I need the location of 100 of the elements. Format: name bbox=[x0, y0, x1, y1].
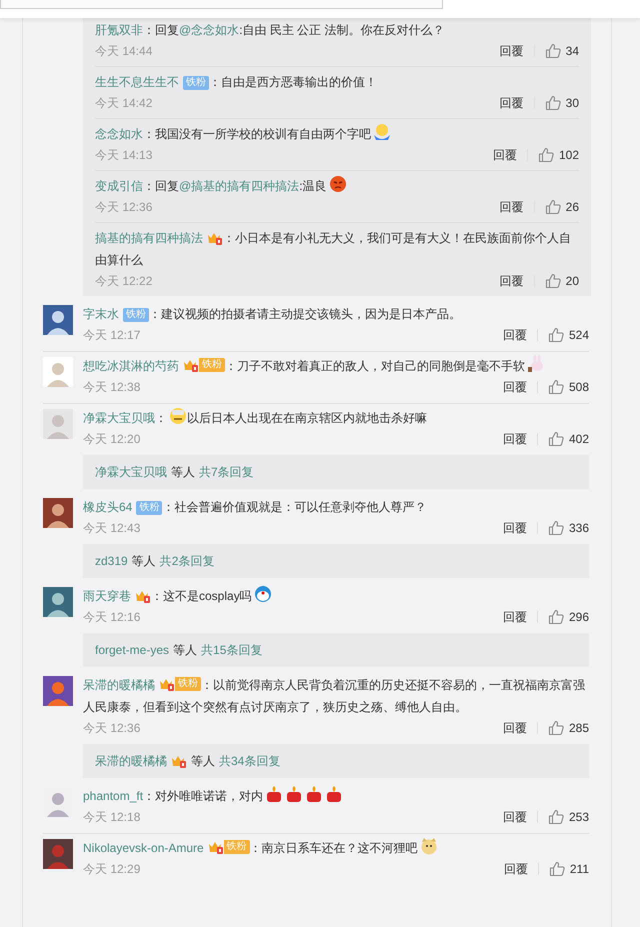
user-name-link[interactable]: 橡皮头64 bbox=[83, 500, 132, 514]
candle-icon bbox=[305, 785, 324, 803]
reply-button[interactable]: 回覆 bbox=[502, 611, 538, 623]
others-text: 等人 bbox=[171, 464, 195, 480]
face-emoji-icon bbox=[169, 407, 187, 425]
like-button[interactable]: 30 bbox=[544, 95, 579, 111]
timestamp: 今天 12:36 bbox=[83, 720, 140, 736]
reply-button[interactable]: 回覆 bbox=[502, 329, 538, 341]
rabbit-icon bbox=[527, 355, 545, 373]
like-button[interactable]: 211 bbox=[548, 861, 589, 877]
shrug-emoji-icon bbox=[373, 123, 391, 141]
user-name-link[interactable]: 净霖大宝贝哦 bbox=[83, 411, 155, 425]
others-text: 等人 bbox=[173, 642, 198, 658]
thumbs-up-icon bbox=[548, 809, 564, 825]
comment-text: 念念如水：我国没有一所学校的校训有自由两个字吧 bbox=[95, 123, 579, 145]
like-button[interactable]: 296 bbox=[548, 609, 589, 625]
like-button[interactable]: 102 bbox=[538, 147, 579, 163]
comment-text: 搞基的搞有四种搞法 ：小日本是有小礼无大义，我们可是有大义！在民族面前你个人自由算什么 bbox=[95, 230, 572, 269]
reply-button[interactable]: 回覆 bbox=[500, 45, 535, 57]
thumbs-up-icon bbox=[548, 379, 564, 395]
comment-text: 肝氪双非：回复@念念如水:自由 民主 公正 法制。你在反对什么？ bbox=[95, 22, 446, 39]
fan-badge: 铁粉 bbox=[199, 358, 225, 372]
user-name-link[interactable]: 雨天穿巷 bbox=[83, 589, 131, 603]
timestamp: 今天 12:36 bbox=[95, 198, 152, 216]
avatar bbox=[43, 498, 73, 528]
reply-button[interactable]: 回覆 bbox=[500, 97, 535, 109]
like-button[interactable]: 26 bbox=[544, 199, 579, 215]
candle-icon bbox=[285, 785, 304, 803]
comment-text: 变成引信：回复@搞基的搞有四种搞法:温良 bbox=[95, 175, 579, 197]
like-button[interactable]: 524 bbox=[548, 327, 589, 343]
reply-button[interactable]: 回覆 bbox=[502, 381, 538, 393]
crown-icon bbox=[159, 677, 175, 691]
thumbs-up-icon bbox=[548, 520, 564, 536]
comment-text: 呆滞的暖橘橘 铁粉 ：以前觉得南京人民背负着沉重的历史还挺不容易的，一直祝福南京富强人民康泰，但看到这个突然有点讨厌南京了，狭历史之殇、缚他人自由。 bbox=[83, 676, 586, 716]
thumbs-up-icon bbox=[548, 609, 564, 625]
candle-icon bbox=[265, 785, 284, 803]
timestamp: 今天 14:42 bbox=[95, 94, 152, 112]
crown-icon bbox=[208, 840, 224, 854]
thumbs-up-icon bbox=[548, 861, 565, 877]
crown-icon bbox=[135, 589, 151, 603]
comment-text: 字末水 铁粉 ：建议视频的拍摄者请主动提交该镜头，因为是日本产品。 bbox=[83, 306, 462, 324]
thumbs-up-icon bbox=[544, 95, 561, 111]
timestamp: 今天 12:43 bbox=[83, 520, 140, 536]
like-button[interactable]: 508 bbox=[548, 379, 589, 395]
thumbs-up-icon bbox=[548, 431, 564, 447]
fan-badge: 铁粉 bbox=[136, 501, 162, 515]
avatar bbox=[43, 587, 73, 617]
angry-face-icon bbox=[328, 175, 347, 193]
comment-text: 想吃冰淇淋的芍药 铁粉 ：刀子不敢对着真正的敌人，对自己的同胞倒是毫不手软 bbox=[83, 355, 589, 377]
crown-icon bbox=[183, 358, 199, 372]
reply-button[interactable]: 回覆 bbox=[504, 863, 539, 875]
comment-text: 净霖大宝贝哦： 以后日本人出现在在南京辖区内就地击杀好嘛 bbox=[83, 407, 589, 429]
avatar bbox=[43, 357, 73, 387]
comment-text: 生生不息生生不 铁粉 ：自由是西方恶毒输出的价值！ bbox=[95, 74, 378, 92]
reply-button[interactable]: 回覆 bbox=[500, 201, 535, 213]
reply-button[interactable]: 回覆 bbox=[502, 811, 538, 823]
thumbs-up-icon bbox=[544, 43, 561, 59]
others-text: 等人 bbox=[132, 552, 156, 570]
fan-badge: 铁粉 bbox=[183, 76, 209, 90]
like-button[interactable]: 336 bbox=[548, 520, 589, 536]
cartoon-face-icon bbox=[254, 585, 272, 603]
timestamp: 今天 14:13 bbox=[95, 146, 152, 164]
user-name-link[interactable]: phantom_ft bbox=[83, 789, 144, 803]
like-button[interactable]: 402 bbox=[548, 431, 589, 447]
crown-icon bbox=[207, 231, 223, 245]
user-name-link[interactable]: Nikolayevsk-on-Amure bbox=[83, 841, 204, 855]
reply-button[interactable]: 回覆 bbox=[502, 722, 538, 734]
reply-button[interactable]: 回覆 bbox=[500, 275, 535, 287]
comment-text: 橡皮头64 铁粉 ：社会普遍价值观就是：可以任意剥夺他人尊严？ bbox=[83, 499, 428, 517]
timestamp: 今天 12:29 bbox=[83, 860, 140, 878]
timestamp: 今天 12:18 bbox=[83, 808, 140, 826]
reply-button[interactable]: 回覆 bbox=[502, 522, 538, 534]
like-button[interactable]: 253 bbox=[548, 809, 589, 825]
candle-icon bbox=[325, 785, 344, 803]
like-button[interactable]: 20 bbox=[544, 273, 579, 289]
thumbs-up-icon bbox=[538, 147, 554, 163]
reply-button[interactable]: 回覆 bbox=[502, 433, 538, 445]
reply-button[interactable]: 回覆 bbox=[492, 149, 528, 161]
dog-face-icon bbox=[420, 837, 438, 855]
timestamp: 今天 12:38 bbox=[83, 378, 140, 396]
fan-badge: 铁粉 bbox=[175, 677, 201, 691]
avatar bbox=[43, 409, 73, 439]
timestamp: 今天 12:16 bbox=[83, 608, 140, 626]
comment-text: Nikolayevsk-on-Amure 铁粉 ：南京日系车还在？这不河狸吧 bbox=[83, 837, 589, 859]
timestamp: 今天 14:44 bbox=[95, 42, 152, 60]
others-text: 等人 bbox=[191, 752, 215, 770]
user-name-link[interactable]: 字末水 bbox=[83, 307, 119, 321]
thumbs-up-icon bbox=[544, 273, 561, 289]
timestamp: 今天 12:17 bbox=[83, 326, 140, 344]
like-button[interactable]: 285 bbox=[548, 720, 589, 736]
search-field[interactable] bbox=[0, 0, 443, 9]
user-name-link[interactable]: 呆滞的暖橘橘 bbox=[83, 678, 155, 692]
fan-badge: 铁粉 bbox=[123, 308, 149, 322]
thumbs-up-icon bbox=[544, 199, 561, 215]
timestamp: 今天 12:20 bbox=[83, 430, 140, 448]
thumbs-up-icon bbox=[548, 720, 564, 736]
user-name-link[interactable]: 想吃冰淇淋的芍药 bbox=[83, 359, 179, 373]
like-button[interactable]: 34 bbox=[544, 43, 579, 59]
comment-text: phantom_ft：对外唯唯诺诺，对内 bbox=[83, 785, 589, 807]
avatar bbox=[43, 839, 73, 869]
